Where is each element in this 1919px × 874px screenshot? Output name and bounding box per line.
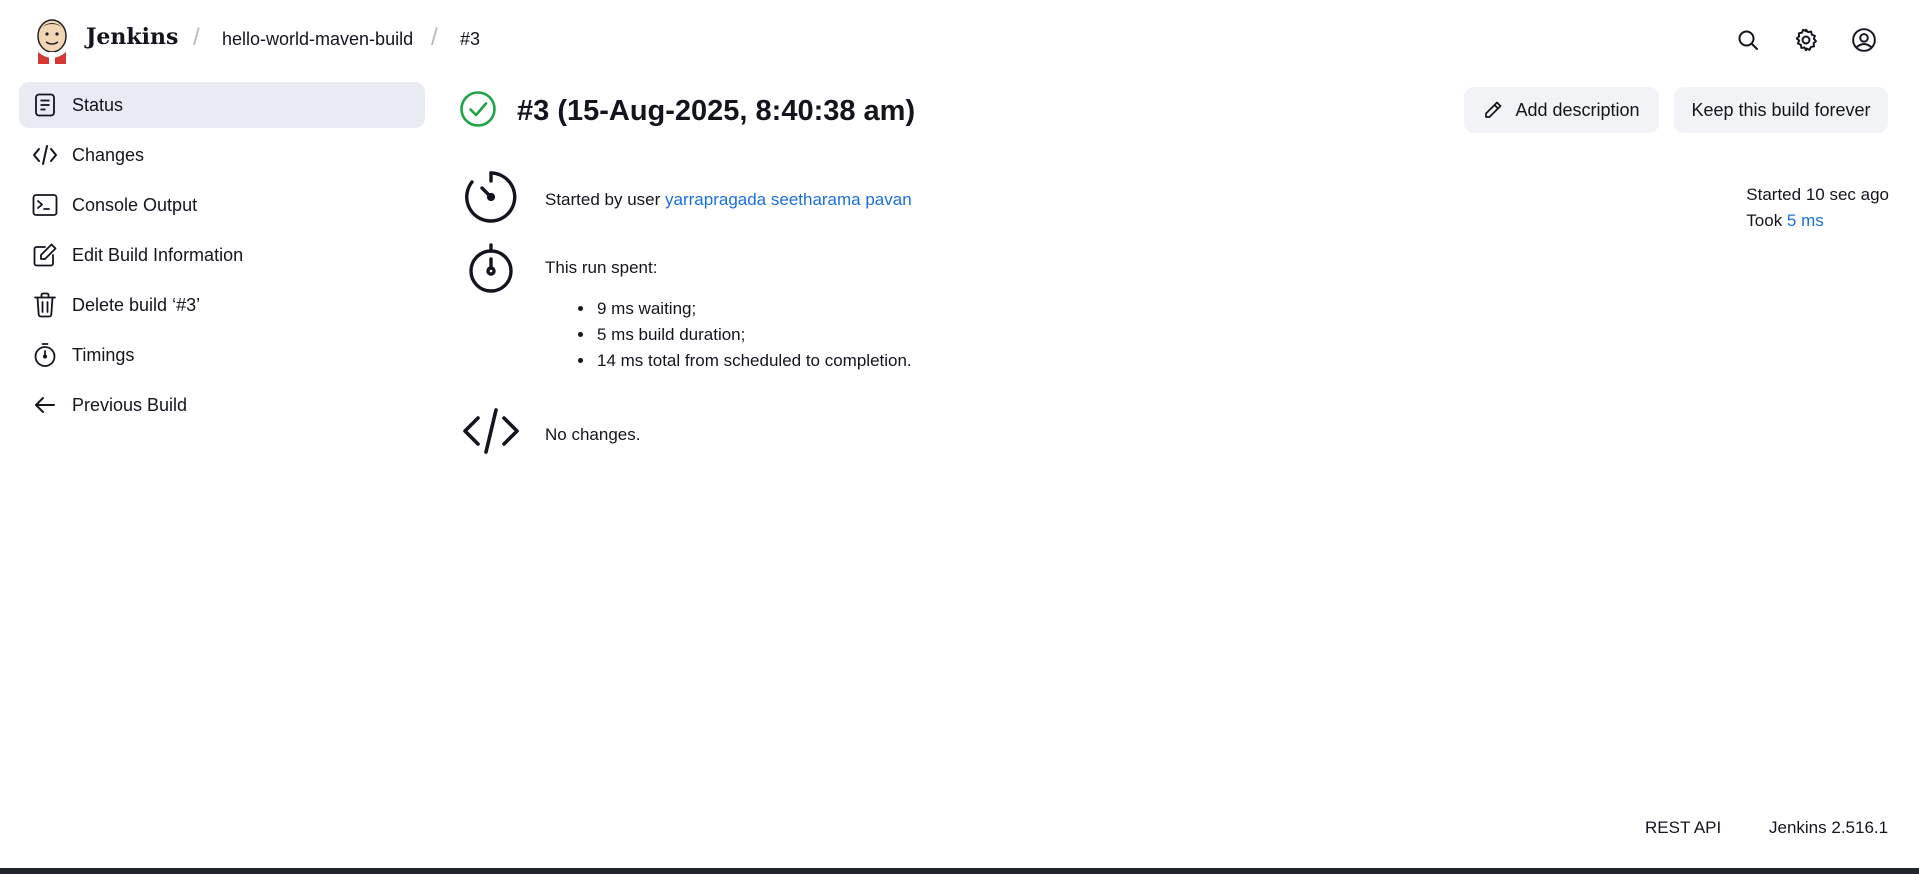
search-icon[interactable]	[1734, 26, 1762, 54]
pencil-icon	[1483, 100, 1503, 120]
started-ago-text: Started 10 sec ago	[1746, 185, 1889, 204]
page-title: #3 (15-Aug-2025, 8:40:38 am)	[517, 95, 916, 127]
build-time-info: Started 10 sec ago Took 5 ms	[1746, 182, 1889, 234]
gear-icon[interactable]	[1792, 26, 1820, 54]
breadcrumb-job[interactable]: hello-world-maven-build	[222, 29, 413, 50]
sidebar-item-status[interactable]: Status	[19, 82, 425, 128]
no-changes-text: No changes.	[545, 425, 641, 444]
sidebar-item-label: Previous Build	[72, 394, 188, 415]
run-spent-list: 9 ms waiting; 5 ms build duration; 14 ms…	[567, 296, 912, 374]
code-icon	[32, 142, 58, 168]
keep-build-forever-button[interactable]: Keep this build forever	[1674, 87, 1888, 133]
timer-icon	[462, 168, 520, 226]
started-by-prefix: Started by user	[545, 190, 666, 209]
success-check-icon	[459, 90, 497, 133]
sidebar-item-label: Edit Build Information	[72, 244, 244, 265]
document-icon	[32, 92, 58, 118]
top-header: Jenkins / hello-world-maven-build / #3	[0, 0, 1919, 80]
breadcrumb-build[interactable]: #3	[460, 29, 480, 50]
terminal-icon	[32, 192, 58, 218]
list-item: 9 ms waiting;	[595, 296, 912, 322]
sidebar-item-label: Timings	[72, 344, 135, 365]
rest-api-link[interactable]: REST API	[1645, 818, 1721, 838]
jenkins-version-link[interactable]: Jenkins 2.516.1	[1769, 818, 1888, 838]
sidebar-item-label: Changes	[72, 144, 145, 165]
add-description-label: Add description	[1515, 99, 1640, 120]
sidebar-item-label: Status	[72, 94, 124, 115]
sidebar-item-previous-build[interactable]: Previous Build	[19, 382, 425, 428]
stopwatch-icon	[462, 239, 520, 297]
breadcrumb-separator: /	[431, 24, 438, 51]
sidebar-item-edit-build-information[interactable]: Edit Build Information	[19, 232, 425, 278]
brand-name[interactable]: Jenkins	[86, 24, 178, 50]
code-icon	[462, 402, 520, 460]
add-description-button[interactable]: Add description	[1464, 87, 1659, 133]
sidebar-item-label: Console Output	[72, 194, 198, 215]
sidebar-item-changes[interactable]: Changes	[19, 132, 425, 178]
user-icon[interactable]	[1850, 26, 1878, 54]
took-duration-link[interactable]: 5 ms	[1787, 211, 1824, 230]
sidebar-item-label: Delete build ‘#3’	[72, 294, 201, 315]
list-item: 5 ms build duration;	[595, 322, 912, 348]
breadcrumb-separator: /	[193, 24, 200, 51]
took-prefix: Took	[1746, 211, 1787, 230]
took-text: Took 5 ms	[1746, 208, 1889, 234]
trash-icon	[32, 292, 58, 318]
stopwatch-icon	[32, 342, 58, 368]
sidebar-item-timings[interactable]: Timings	[19, 332, 425, 378]
sidebar-item-delete-build[interactable]: Delete build ‘#3’	[19, 282, 425, 328]
sidebar-item-console-output[interactable]: Console Output	[19, 182, 425, 228]
jenkins-logo[interactable]	[32, 16, 72, 64]
edit-icon	[32, 242, 58, 268]
bottom-bar	[0, 868, 1919, 874]
build-title-row: #3 (15-Aug-2025, 8:40:38 am)	[459, 90, 915, 133]
started-by-text: Started by user yarrapragada seetharama …	[545, 190, 912, 210]
started-by-user-link[interactable]: yarrapragada seetharama pavan	[665, 190, 912, 209]
arrow-left-icon	[32, 392, 58, 418]
run-spent-label: This run spent:	[545, 258, 658, 277]
list-item: 14 ms total from scheduled to completion…	[595, 348, 912, 374]
keep-forever-label: Keep this build forever	[1691, 99, 1871, 120]
